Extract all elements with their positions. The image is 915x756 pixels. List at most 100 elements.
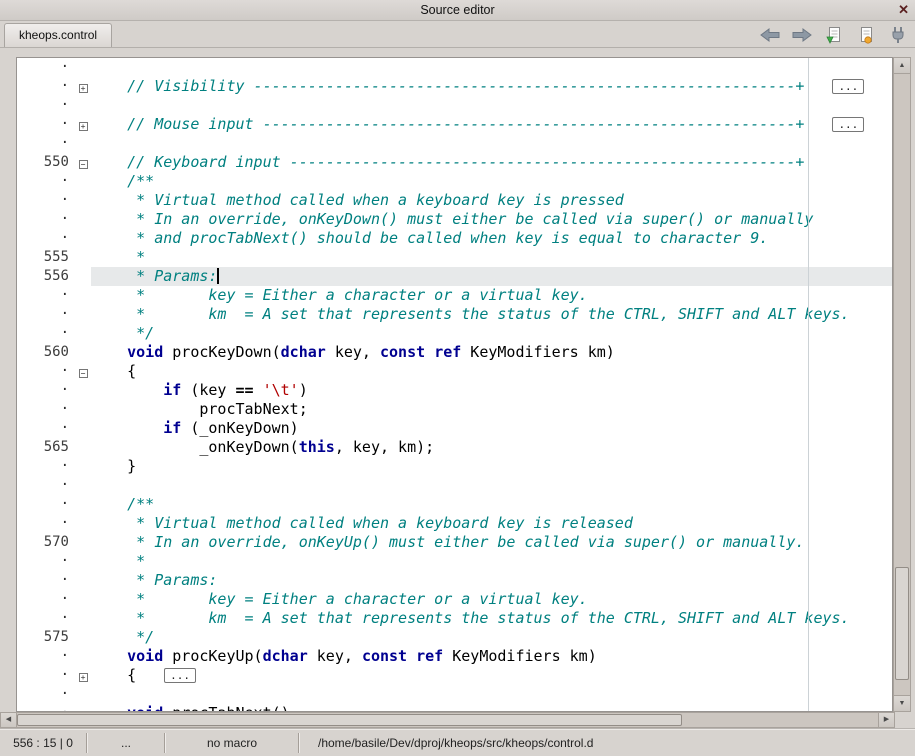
code-text[interactable]: * km = A set that represents the status … bbox=[91, 609, 892, 628]
code-text[interactable]: * bbox=[91, 248, 892, 267]
fold-column[interactable]: − bbox=[75, 362, 91, 381]
code-line[interactable]: · if (key == '\t') bbox=[17, 381, 892, 400]
code-text[interactable]: void procKeyUp(dchar key, const ref KeyM… bbox=[91, 647, 892, 666]
code-text[interactable] bbox=[91, 476, 892, 495]
fold-marker-icon[interactable]: + bbox=[79, 673, 88, 682]
code-text[interactable]: * In an override, onKeyUp() must either … bbox=[91, 533, 892, 552]
fold-marker-icon[interactable]: − bbox=[79, 369, 88, 378]
code-line[interactable]: ·+ // Visibility -----------------------… bbox=[17, 77, 892, 96]
code-text[interactable]: _onKeyDown(this, key, km); bbox=[91, 438, 892, 457]
code-line[interactable]: · } bbox=[17, 457, 892, 476]
code-text[interactable]: { bbox=[91, 362, 892, 381]
code-text[interactable]: * key = Either a character or a virtual … bbox=[91, 590, 892, 609]
document-open-button[interactable] bbox=[823, 24, 845, 46]
code-line[interactable]: · * key = Either a character or a virtua… bbox=[17, 590, 892, 609]
code-text[interactable]: * Params: bbox=[91, 267, 892, 286]
code-line[interactable]: · * km = A set that represents the statu… bbox=[17, 305, 892, 324]
collapsed-fold-indicator[interactable]: ... bbox=[164, 668, 196, 683]
go-back-button[interactable] bbox=[759, 24, 781, 46]
tab-kheops-control[interactable]: kheops.control bbox=[4, 23, 112, 47]
vertical-scrollbar[interactable]: ▲ ▼ bbox=[893, 57, 911, 712]
code-line[interactable]: 560 void procKeyDown(dchar key, const re… bbox=[17, 343, 892, 362]
code-text[interactable]: if (_onKeyDown) bbox=[91, 419, 892, 438]
fold-column[interactable]: + bbox=[75, 77, 91, 96]
code-text[interactable]: * In an override, onKeyDown() must eithe… bbox=[91, 210, 892, 229]
code-line[interactable]: · /** bbox=[17, 495, 892, 514]
code-text[interactable]: /** bbox=[91, 495, 892, 514]
code-line[interactable]: · bbox=[17, 96, 892, 115]
collapsed-fold-indicator[interactable]: ... bbox=[832, 79, 864, 94]
code-line[interactable]: 550− // Keyboard input -----------------… bbox=[17, 153, 892, 172]
scroll-down-button[interactable]: ▼ bbox=[894, 695, 910, 711]
code-text[interactable]: * Virtual method called when a keyboard … bbox=[91, 191, 892, 210]
code-text[interactable] bbox=[91, 134, 892, 153]
code-text[interactable]: * bbox=[91, 552, 892, 571]
code-line[interactable]: · bbox=[17, 134, 892, 153]
code-text[interactable]: // Mouse input -------------------------… bbox=[91, 115, 892, 134]
code-text[interactable] bbox=[91, 685, 892, 704]
code-text[interactable]: * key = Either a character or a virtual … bbox=[91, 286, 892, 305]
fold-marker-icon[interactable]: + bbox=[79, 122, 88, 131]
code-line[interactable]: · bbox=[17, 685, 892, 704]
code-line[interactable]: · * Virtual method called when a keyboar… bbox=[17, 191, 892, 210]
code-text[interactable]: } bbox=[91, 457, 892, 476]
fold-column[interactable]: + bbox=[75, 666, 91, 685]
scroll-left-button[interactable]: ◀ bbox=[1, 713, 17, 727]
vertical-scroll-thumb[interactable] bbox=[895, 567, 909, 680]
scroll-right-button[interactable]: ▶ bbox=[878, 713, 894, 727]
code-line[interactable]: · bbox=[17, 58, 892, 77]
code-line[interactable]: 556 * Params: bbox=[17, 267, 892, 286]
code-text[interactable]: void procTabNext() bbox=[91, 704, 892, 712]
code-line[interactable]: ·+ // Mouse input ----------------------… bbox=[17, 115, 892, 134]
fold-column[interactable]: − bbox=[75, 153, 91, 172]
code-editor[interactable]: ··+ // Visibility ----------------------… bbox=[16, 57, 893, 712]
collapsed-fold-indicator[interactable]: ... bbox=[832, 117, 864, 132]
code-line[interactable]: ·+ {... bbox=[17, 666, 892, 685]
code-text[interactable]: */ bbox=[91, 324, 892, 343]
code-line[interactable]: · if (_onKeyDown) bbox=[17, 419, 892, 438]
code-text[interactable]: if (key == '\t') bbox=[91, 381, 892, 400]
code-line[interactable]: · * Params: bbox=[17, 571, 892, 590]
code-line[interactable]: · void procKeyUp(dchar key, const ref Ke… bbox=[17, 647, 892, 666]
code-text[interactable]: {... bbox=[91, 666, 892, 685]
code-text[interactable]: // Keyboard input ----------------------… bbox=[91, 153, 892, 172]
code-line[interactable]: · * km = A set that represents the statu… bbox=[17, 609, 892, 628]
code-line[interactable]: · * and procTabNext() should be called w… bbox=[17, 229, 892, 248]
detach-button[interactable] bbox=[887, 24, 909, 46]
code-text[interactable]: */ bbox=[91, 628, 892, 647]
document-save-button[interactable] bbox=[855, 24, 877, 46]
code-text[interactable] bbox=[91, 58, 892, 77]
code-line[interactable]: · * In an override, onKeyDown() must eit… bbox=[17, 210, 892, 229]
code-line[interactable]: · */ bbox=[17, 324, 892, 343]
code-line[interactable]: 575 */ bbox=[17, 628, 892, 647]
horizontal-scroll-thumb[interactable] bbox=[17, 714, 682, 726]
code-text[interactable]: // Visibility --------------------------… bbox=[91, 77, 892, 96]
code-text[interactable]: * Params: bbox=[91, 571, 892, 590]
code-line[interactable]: · * key = Either a character or a virtua… bbox=[17, 286, 892, 305]
code-line[interactable]: · void procTabNext() bbox=[17, 704, 892, 712]
code-line[interactable]: · /** bbox=[17, 172, 892, 191]
code-text[interactable]: procTabNext; bbox=[91, 400, 892, 419]
code-text[interactable]: * km = A set that represents the status … bbox=[91, 305, 892, 324]
code-text[interactable]: void procKeyDown(dchar key, const ref Ke… bbox=[91, 343, 892, 362]
code-line[interactable]: 555 * bbox=[17, 248, 892, 267]
fold-marker-icon[interactable]: − bbox=[79, 160, 88, 169]
code-line[interactable]: 565 _onKeyDown(this, key, km); bbox=[17, 438, 892, 457]
code-text[interactable]: /** bbox=[91, 172, 892, 191]
code-line[interactable]: · bbox=[17, 476, 892, 495]
code-line[interactable]: · procTabNext; bbox=[17, 400, 892, 419]
code-text[interactable] bbox=[91, 96, 892, 115]
code-text[interactable]: * and procTabNext() should be called whe… bbox=[91, 229, 892, 248]
code-line[interactable]: · * Virtual method called when a keyboar… bbox=[17, 514, 892, 533]
code-text[interactable]: * Virtual method called when a keyboard … bbox=[91, 514, 892, 533]
fold-column[interactable]: + bbox=[75, 115, 91, 134]
code-line[interactable]: 570 * In an override, onKeyUp() must eit… bbox=[17, 533, 892, 552]
code-line[interactable]: ·− { bbox=[17, 362, 892, 381]
go-forward-button[interactable] bbox=[791, 24, 813, 46]
horizontal-scrollbar[interactable]: ◀ ▶ bbox=[0, 712, 895, 728]
scroll-up-button[interactable]: ▲ bbox=[894, 58, 910, 74]
horizontal-scroll-track[interactable] bbox=[17, 713, 878, 727]
fold-marker-icon[interactable]: + bbox=[79, 84, 88, 93]
close-icon[interactable]: ✕ bbox=[898, 0, 909, 20]
code-line[interactable]: · * bbox=[17, 552, 892, 571]
